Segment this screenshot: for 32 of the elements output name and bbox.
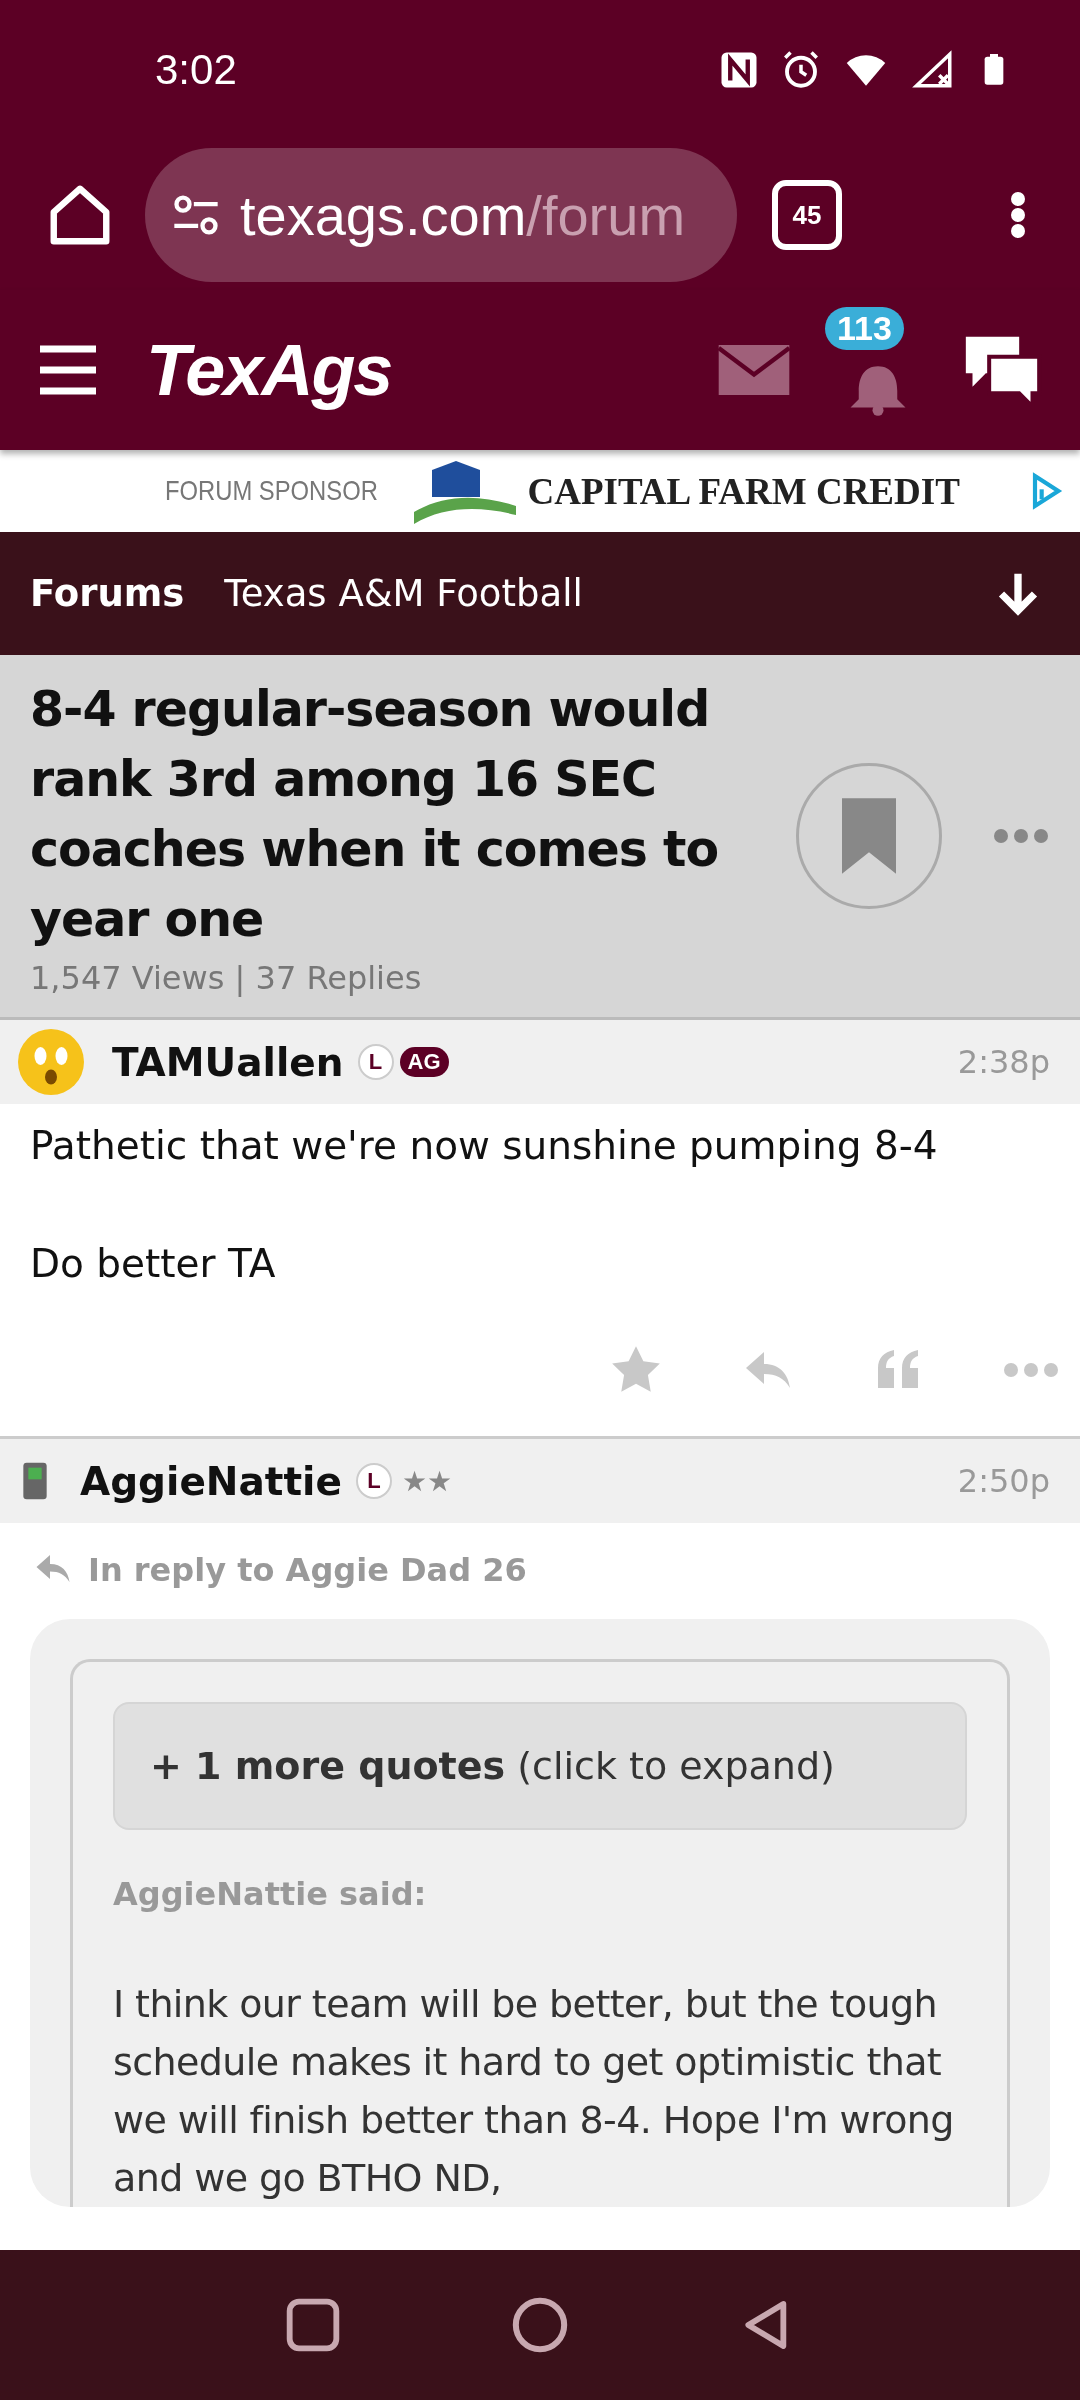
emoji-avatar-icon	[15, 1026, 87, 1098]
url-field[interactable]: texags.com/forum	[145, 148, 737, 282]
level-badge: L	[357, 1044, 394, 1080]
sponsor-label: FORUM SPONSOR	[165, 475, 378, 507]
post-time: 2:38p	[957, 1043, 1050, 1081]
status-time: 3:02	[155, 46, 237, 94]
post-author[interactable]: AggieNattie	[80, 1458, 342, 1504]
rank-stars: ★★	[401, 1464, 453, 1498]
site-logo[interactable]: TexAgs	[146, 329, 392, 411]
post-text: Pathetic that we're now sunshine pumping 8-4	[30, 1122, 939, 1170]
more-icon[interactable]	[992, 828, 1050, 844]
tab-count-button[interactable]: 45	[772, 180, 842, 250]
thread-stats: 1,547 Views | 37 Replies	[30, 959, 423, 997]
quote-text: I think our team will be better, but the tough schedule makes it hard to get optimistic that we will finish better than 8-4. Hope I'm wrong and we go BTHO ND,	[113, 1981, 955, 2202]
forum-link[interactable]: Texas A&M Football	[224, 572, 583, 615]
thread-title: 8-4 regular-season would rank 3rd among 16 SEC coaches when it comes to year one	[30, 680, 720, 950]
home-circle-icon[interactable]	[511, 2296, 569, 2354]
notification-badge: 113	[825, 306, 904, 350]
bookmark-button[interactable]	[796, 763, 942, 909]
level-badge: L	[355, 1463, 392, 1499]
mail-icon[interactable]	[718, 345, 790, 395]
recents-icon[interactable]	[285, 2297, 341, 2353]
post-time: 2:50p	[957, 1462, 1050, 1500]
forums-link[interactable]: Forums	[30, 572, 185, 615]
expand-quotes-button[interactable]: + 1 more quotes (click to expand)	[113, 1702, 967, 1830]
bookmark-icon	[842, 798, 896, 874]
post-author[interactable]: TAMUallen	[112, 1039, 344, 1085]
sponsor-name[interactable]: CAPITAL FARM CREDIT	[527, 469, 960, 513]
group-badge: AG	[399, 1047, 449, 1077]
quote-author: AggieNattie said:	[113, 1875, 428, 1913]
post-text: Do better TA	[30, 1240, 277, 1288]
more-icon[interactable]	[1002, 1362, 1060, 1378]
